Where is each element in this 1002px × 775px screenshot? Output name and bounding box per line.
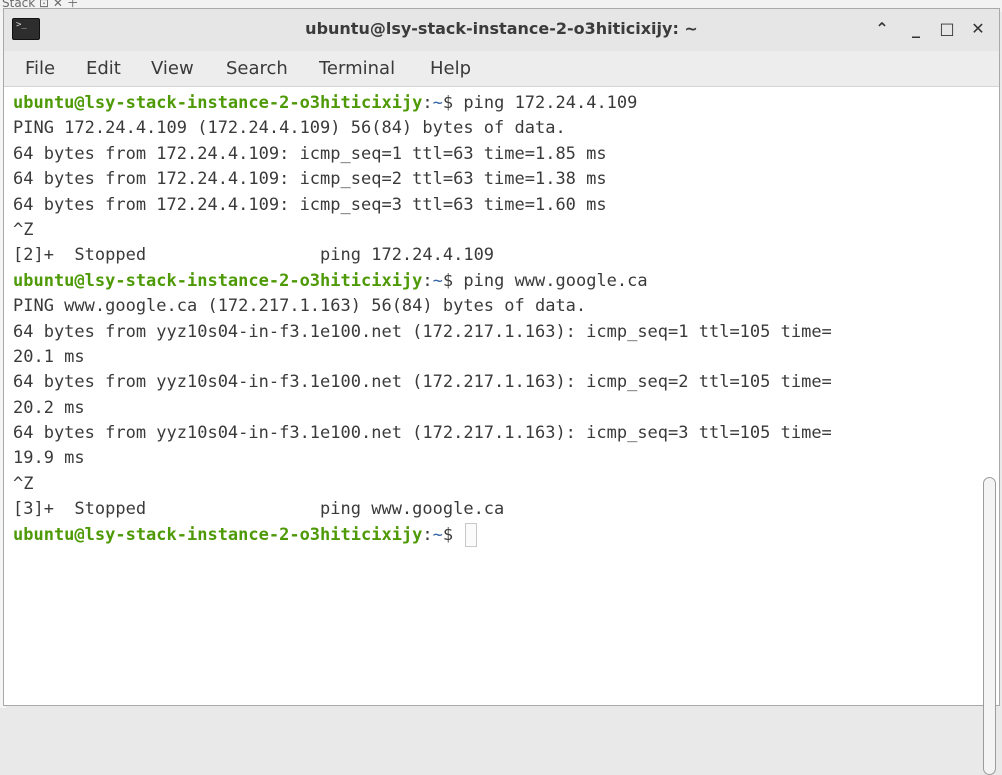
vertical-scrollbar[interactable] [983, 477, 996, 775]
output-line: 19.9 ms [13, 448, 85, 469]
output-line: ^Z [13, 473, 34, 494]
prompt-path: ~ [432, 524, 443, 545]
text-cursor [465, 522, 478, 547]
output-line: 64 bytes from yyz10s04-in-f3.1e100.net (… [13, 321, 832, 342]
title-bar[interactable]: >_ ubuntu@lsy-stack-instance-2-o3hiticix… [4, 9, 999, 51]
output-line: 64 bytes from 172.24.4.109: icmp_seq=1 t… [13, 143, 607, 164]
prompt-path: ~ [432, 93, 443, 113]
prompt-separator: : [422, 93, 433, 113]
command-text: ping www.google.ca [463, 270, 648, 291]
prompt-symbol: $ [442, 93, 464, 113]
chevron-up-icon: ⌃ [875, 19, 889, 38]
prompt-separator: : [422, 270, 433, 291]
maximize-icon: □ [939, 19, 955, 38]
menu-help[interactable]: Help [430, 58, 471, 79]
output-line: PING www.google.ca (172.217.1.163) 56(84… [13, 296, 587, 317]
output-line: 64 bytes from 172.24.4.109: icmp_seq=2 t… [13, 169, 607, 190]
minimize-icon: _ [912, 19, 920, 38]
menu-view[interactable]: View [151, 58, 194, 79]
prompt-line: ubuntu@lsy-stack-instance-2-o3hiticixijy… [13, 269, 985, 294]
window-title: ubuntu@lsy-stack-instance-2-o3hiticixijy… [305, 19, 698, 38]
output-line: 64 bytes from 172.24.4.109: icmp_seq=3 t… [13, 194, 607, 215]
prompt-symbol: $ [442, 270, 464, 291]
close-button[interactable]: ✕ [967, 17, 989, 41]
output-line: 64 bytes from yyz10s04-in-f3.1e100.net (… [13, 423, 832, 444]
prompt-user-host: ubuntu@lsy-stack-instance-2-o3hiticixijy [13, 524, 423, 545]
prompt-symbol: $ [442, 524, 464, 545]
menu-edit[interactable]: Edit [86, 58, 121, 79]
menu-bar: File Edit View Search Terminal Help [4, 51, 999, 87]
maximize-button[interactable]: □ [936, 17, 958, 41]
menu-search[interactable]: Search [226, 58, 288, 79]
menu-file[interactable]: File [25, 58, 55, 79]
prompt-separator: : [422, 524, 433, 545]
close-icon: ✕ [971, 19, 985, 38]
terminal-lines: ubuntu@lsy-stack-instance-2-o3hiticixijy… [13, 91, 985, 548]
output-line: [3]+ Stopped ping www.google.ca [13, 499, 505, 520]
minimize-button[interactable]: _ [905, 17, 927, 41]
output-line: 20.1 ms [13, 346, 85, 367]
output-line: [2]+ Stopped ping 172.24.4.109 [13, 245, 495, 266]
output-line: ^Z [13, 219, 34, 240]
output-line: PING 172.24.4.109 (172.24.4.109) 56(84) … [13, 118, 566, 139]
prompt-user-host: ubuntu@lsy-stack-instance-2-o3hiticixijy [13, 93, 423, 113]
prompt-user-host: ubuntu@lsy-stack-instance-2-o3hiticixijy [13, 270, 423, 291]
prompt-path: ~ [432, 270, 443, 291]
shade-button[interactable]: ⌃ [871, 17, 893, 41]
output-line: 20.2 ms [13, 397, 85, 418]
terminal-window: >_ ubuntu@lsy-stack-instance-2-o3hiticix… [3, 8, 1000, 775]
command-text: ping 172.24.4.109 [463, 93, 638, 113]
prompt-line: ubuntu@lsy-stack-instance-2-o3hiticixijy… [13, 91, 985, 116]
terminal-output[interactable]: ubuntu@lsy-stack-instance-2-o3hiticixijy… [4, 87, 999, 775]
prompt-line: ubuntu@lsy-stack-instance-2-o3hiticixijy… [13, 522, 985, 548]
output-line: 64 bytes from yyz10s04-in-f3.1e100.net (… [13, 372, 832, 393]
menu-terminal[interactable]: Terminal [319, 58, 395, 79]
